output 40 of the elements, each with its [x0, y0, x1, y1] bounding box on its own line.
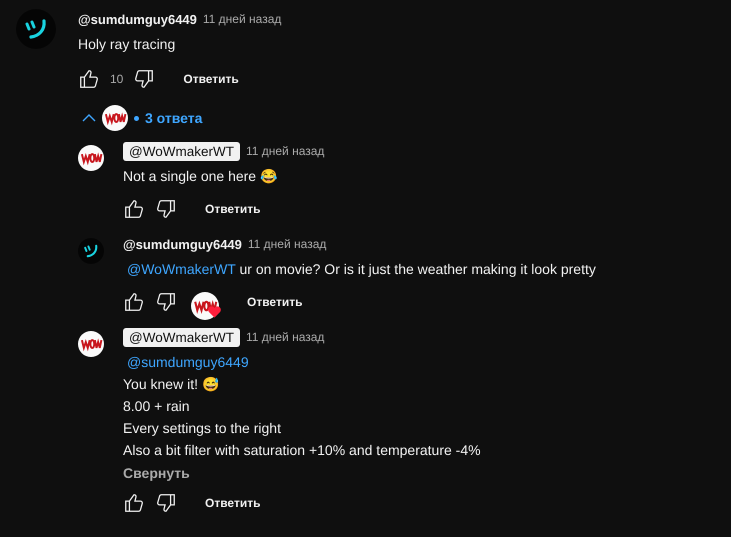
reply-button[interactable]: Ответить: [205, 496, 260, 510]
author-name[interactable]: @sumdumguy6449: [78, 12, 197, 26]
dot-icon: [134, 116, 139, 120]
comment-text: @WoWmakerWT ur on movie? Or is it just the weather making it look pretty: [126, 260, 596, 279]
avatar: [78, 145, 104, 171]
comment-text: Also a bit filter with saturation +10% and temperature -4%: [123, 441, 481, 460]
comment-text: Every settings to the right: [123, 419, 282, 438]
author-name[interactable]: @WoWmakerWT: [123, 328, 240, 346]
dislike-icon[interactable]: [155, 198, 177, 220]
like-icon[interactable]: [123, 198, 145, 220]
avatar: [78, 238, 104, 264]
avatar: [78, 331, 104, 357]
author-name[interactable]: @WoWmakerWT: [123, 142, 240, 160]
comment-text: 8.00 + rain: [123, 397, 191, 416]
timestamp: 11 дней назад: [246, 330, 324, 344]
dislike-icon[interactable]: [155, 492, 177, 514]
comment-text: Not a single one here 😂: [123, 167, 278, 186]
mention-link[interactable]: @sumdumguy6449: [127, 354, 249, 370]
avatar: [102, 105, 128, 131]
author-name[interactable]: @sumdumguy6449: [123, 236, 242, 252]
heart-icon: [208, 306, 221, 318]
mention-link[interactable]: @WoWmakerWT: [127, 261, 236, 277]
dislike-icon[interactable]: [155, 291, 177, 313]
timestamp: 11 дней назад: [202, 12, 282, 26]
avatar: [16, 9, 56, 49]
like-icon[interactable]: [78, 68, 100, 90]
reply-button[interactable]: Ответить: [247, 295, 302, 309]
like-icon[interactable]: [123, 492, 145, 514]
timestamp: 11 дней назад: [246, 144, 324, 158]
like-count: 10: [110, 72, 124, 86]
comment-text: Holy ray tracing: [78, 35, 176, 54]
chevron-up-icon[interactable]: [82, 114, 96, 122]
reply-button[interactable]: Ответить: [205, 202, 260, 216]
replies-count-link[interactable]: 3 ответа: [145, 110, 202, 126]
comment-text: You knew it! 😅: [123, 375, 220, 394]
like-icon[interactable]: [123, 291, 145, 313]
reply-button[interactable]: Ответить: [183, 72, 239, 86]
collapse-button[interactable]: Свернуть: [123, 465, 481, 481]
timestamp: 11 дней назад: [248, 237, 326, 251]
dislike-icon[interactable]: [133, 68, 156, 90]
